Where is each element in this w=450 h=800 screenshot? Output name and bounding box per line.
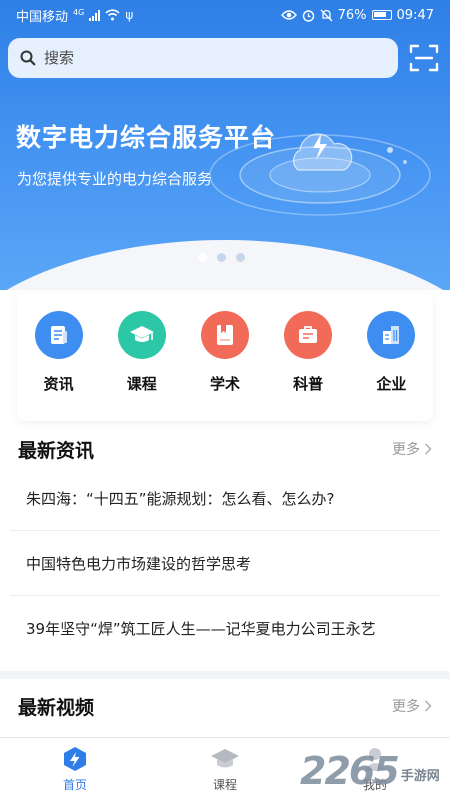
quick-menu-label: 科普 <box>293 375 324 393</box>
briefcase-icon <box>284 311 333 359</box>
news-item[interactable]: 朱四海：“十四五”能源规划：怎么看、怎么办? <box>10 466 440 531</box>
search-icon <box>20 50 36 66</box>
mute-icon <box>320 9 333 21</box>
banner-illustration <box>209 128 431 216</box>
building-icon <box>367 311 416 359</box>
network-label: 4G <box>73 7 85 17</box>
quick-menu-enterprise[interactable]: 企业 <box>356 311 426 394</box>
banner-subtitle: 为您提供专业的电力综合服务 <box>17 170 213 188</box>
quick-menu-label: 课程 <box>126 375 157 393</box>
status-bar: 中国移动 4G ψ 76% 09:47 <box>0 0 450 30</box>
search-input[interactable] <box>44 49 364 67</box>
search-bar[interactable] <box>8 38 398 78</box>
signal-icon <box>89 9 101 21</box>
nav-profile[interactable]: 我的 <box>325 746 425 793</box>
pagination-dot[interactable] <box>217 253 226 262</box>
graduation-cap-icon <box>117 311 166 359</box>
bottom-nav: 首页 课程 我的 <box>0 737 450 800</box>
book-icon <box>200 311 249 359</box>
chevron-right-icon <box>425 700 432 712</box>
home-bolt-icon <box>64 746 86 771</box>
usb-icon: ψ <box>125 8 134 22</box>
quick-menu: 资讯 课程 学术 科普 企业 <box>17 293 433 421</box>
scan-icon[interactable] <box>408 42 440 74</box>
quick-menu-science[interactable]: 科普 <box>273 311 343 394</box>
quick-menu-label: 资讯 <box>43 375 74 393</box>
news-item[interactable]: 39年坚守“焊”筑工匠人生——记华夏电力公司王永艺 <box>10 596 440 661</box>
quick-menu-label: 学术 <box>209 375 240 393</box>
news-more-button[interactable]: 更多 <box>392 439 432 459</box>
nav-label: 课程 <box>212 777 237 792</box>
quick-menu-academic[interactable]: 学术 <box>190 311 260 394</box>
more-label: 更多 <box>392 442 420 458</box>
pagination-dot[interactable] <box>198 253 207 262</box>
chevron-right-icon <box>425 443 432 455</box>
clock: 09:47 <box>396 7 434 23</box>
user-icon <box>364 747 386 771</box>
document-icon <box>34 311 83 359</box>
video-section-header: 最新视频 更多 <box>18 691 432 721</box>
nav-home[interactable]: 首页 <box>25 746 125 793</box>
eye-icon <box>280 10 297 20</box>
nav-courses[interactable]: 课程 <box>175 746 275 793</box>
banner-curve <box>0 240 450 290</box>
search-row <box>8 38 442 80</box>
alarm-icon <box>302 9 314 22</box>
nav-label: 首页 <box>62 777 87 792</box>
news-section-title: 最新资讯 <box>18 439 95 462</box>
quick-menu-news[interactable]: 资讯 <box>24 311 94 394</box>
battery-percent: 76% <box>337 7 367 23</box>
graduation-cap-icon <box>211 748 239 767</box>
news-list: 朱四海：“十四五”能源规划：怎么看、怎么办? 中国特色电力市场建设的哲学思考 3… <box>10 466 440 661</box>
battery-icon <box>371 10 392 20</box>
news-section-header: 最新资讯 更多 <box>18 434 432 464</box>
carrier-label: 中国移动 <box>16 9 69 25</box>
video-section-title: 最新视频 <box>18 696 95 719</box>
wifi-icon <box>105 9 120 21</box>
section-divider <box>0 671 450 679</box>
quick-menu-courses[interactable]: 课程 <box>107 311 177 394</box>
news-item[interactable]: 中国特色电力市场建设的哲学思考 <box>10 531 440 596</box>
video-more-button[interactable]: 更多 <box>392 696 432 716</box>
banner-title: 数字电力综合服务平台 <box>16 123 277 152</box>
hero-banner[interactable]: 中国移动 4G ψ 76% 09:47 数字电力综合服务平台 为您提供专业的电力… <box>0 0 450 290</box>
nav-label: 我的 <box>362 777 387 792</box>
pagination-dot[interactable] <box>236 253 245 262</box>
more-label: 更多 <box>392 699 420 715</box>
banner-pagination <box>198 253 245 262</box>
quick-menu-label: 企业 <box>376 375 407 393</box>
